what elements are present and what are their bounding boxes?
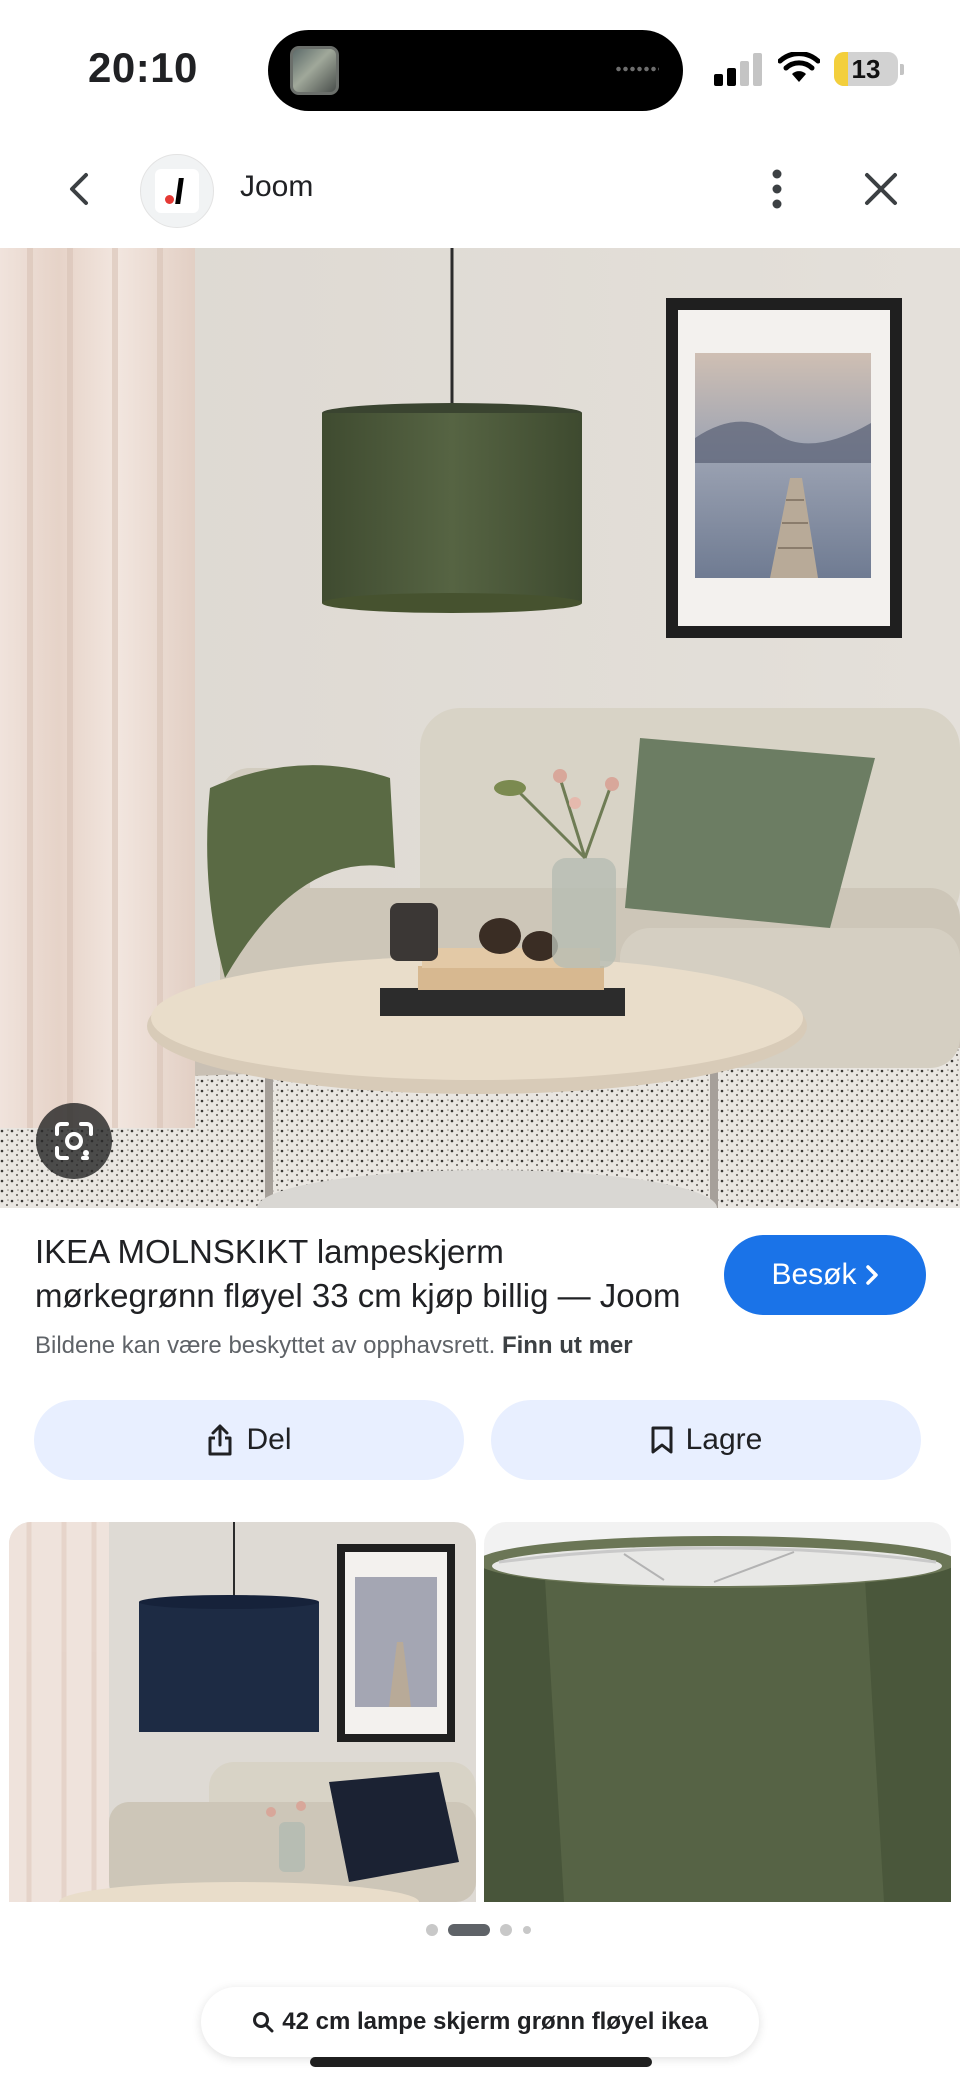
share-button[interactable]: Del — [34, 1400, 464, 1480]
site-favicon[interactable] — [140, 154, 214, 228]
home-indicator[interactable] — [310, 2057, 652, 2067]
image-pagination — [0, 1922, 960, 1938]
page-dot[interactable] — [426, 1924, 438, 1936]
blue-lampshade-photo — [9, 1522, 476, 1902]
green-lampshade — [322, 413, 582, 603]
related-image-blue-lampshade[interactable] — [9, 1522, 476, 1902]
living-room-photo — [0, 248, 960, 1208]
lens-search-icon — [55, 1122, 93, 1160]
learn-more-link[interactable]: Finn ut mer — [502, 1332, 633, 1359]
battery-icon: 13 — [834, 52, 904, 86]
status-bar: 20:10 13 — [0, 0, 960, 140]
visit-button[interactable]: Besøk — [724, 1235, 926, 1315]
copyright-notice: Bildene kan være beskyttet av opphavsret… — [35, 1332, 633, 1360]
status-time: 20:10 — [88, 44, 198, 91]
green-lampshade-closeup-photo — [484, 1522, 951, 1902]
dynamic-island[interactable] — [268, 30, 683, 111]
result-title[interactable]: IKEA MOLNSKIKT lampeskjerm mørkegrønn fl… — [35, 1230, 685, 1318]
close-button[interactable] — [854, 162, 908, 216]
back-button[interactable] — [52, 162, 106, 216]
google-lens-button[interactable] — [36, 1103, 112, 1179]
copyright-text: Bildene kan være beskyttet av opphavsret… — [35, 1332, 496, 1359]
site-name[interactable]: Joom — [240, 170, 313, 204]
audio-waveform-icon — [615, 62, 659, 76]
battery-percentage: 13 — [851, 54, 881, 84]
app-header: Joom — [0, 140, 960, 248]
joom-logo — [155, 169, 199, 213]
save-button[interactable]: Lagre — [491, 1400, 921, 1480]
save-label: Lagre — [685, 1423, 763, 1456]
more-vert-icon — [772, 169, 782, 209]
search-icon — [253, 2012, 274, 2033]
wifi-icon — [778, 52, 820, 82]
related-image-green-lampshade-closeup[interactable] — [484, 1522, 951, 1902]
result-image[interactable] — [0, 248, 960, 1208]
chevron-right-icon — [865, 1265, 878, 1285]
search-query-text: 42 cm lampe skjerm grønn fløyel ikea — [282, 2008, 708, 2035]
page-dot-active[interactable] — [448, 1924, 490, 1936]
visit-label: Besøk — [771, 1258, 857, 1291]
cellular-signal-icon — [714, 52, 762, 86]
page-dot[interactable] — [523, 1926, 531, 1934]
bookmark-icon — [651, 1426, 673, 1454]
search-query-pill[interactable]: 42 cm lampe skjerm grønn fløyel ikea — [201, 1987, 759, 2057]
share-label: Del — [246, 1423, 292, 1456]
close-icon — [865, 173, 897, 205]
share-icon — [208, 1424, 232, 1456]
now-playing-thumbnail[interactable] — [290, 46, 339, 95]
more-options-button[interactable] — [750, 162, 804, 216]
page-dot[interactable] — [500, 1924, 512, 1936]
chevron-left-icon — [70, 173, 88, 205]
